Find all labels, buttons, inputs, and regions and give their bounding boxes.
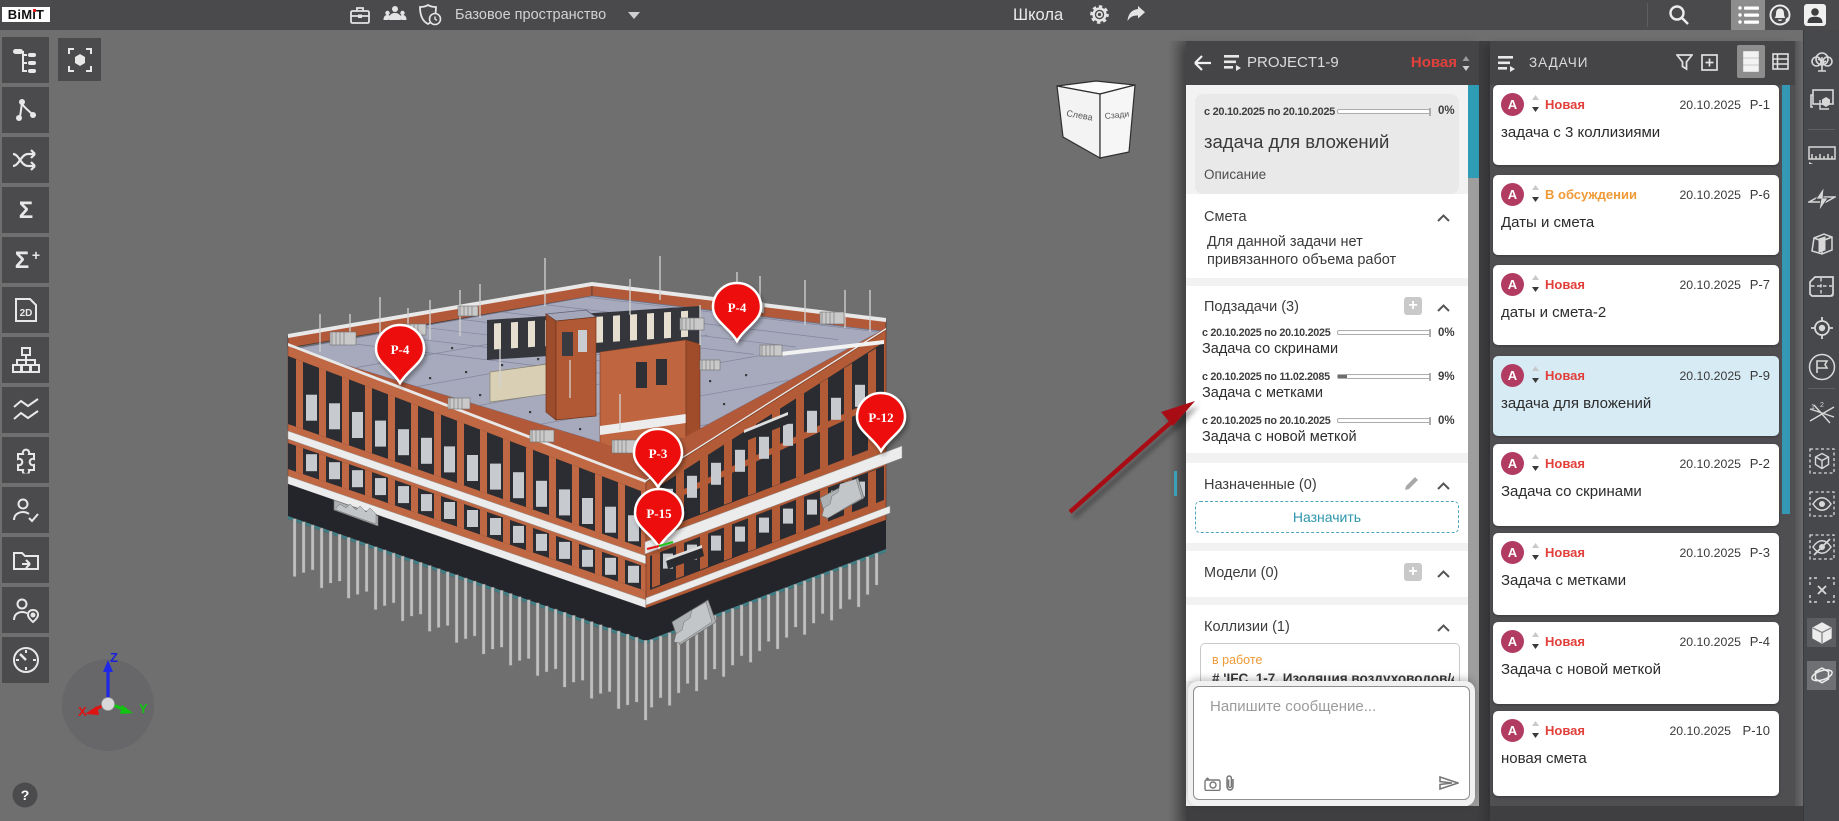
svg-text:P-4: P-4 [728, 300, 747, 315]
svg-text:P-12: P-12 [868, 410, 893, 425]
svg-text:P-3: P-3 [649, 446, 668, 461]
svg-text:Σ: Σ [14, 247, 28, 274]
svg-text:?: ? [21, 787, 30, 803]
svg-text:P-4: P-4 [391, 342, 410, 357]
svg-text:+: + [31, 247, 39, 263]
svg-text:Z: Z [110, 650, 118, 665]
svg-text:1: 1 [1811, 404, 1815, 411]
svg-text:Σ: Σ [18, 197, 32, 224]
svg-text:Y: Y [139, 701, 148, 716]
svg-text:X: X [78, 704, 87, 719]
svg-text:2D: 2D [19, 308, 32, 319]
svg-text:P-15: P-15 [646, 506, 672, 521]
svg-text:2: 2 [1820, 402, 1824, 409]
